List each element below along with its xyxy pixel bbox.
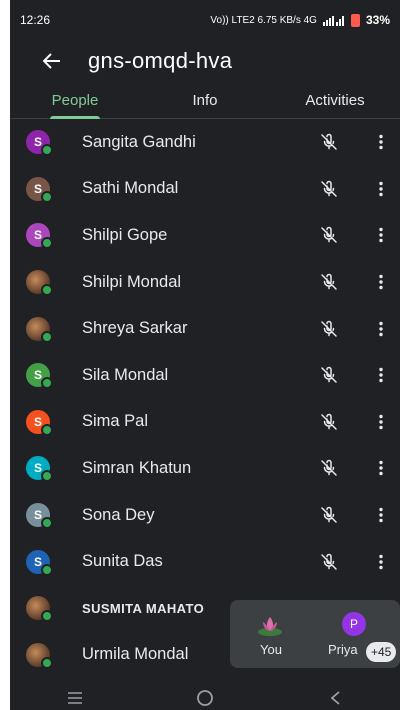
online-status-dot bbox=[41, 284, 53, 297]
online-status-dot bbox=[41, 470, 53, 483]
avatar: S bbox=[26, 549, 53, 576]
status-time: 12:26 bbox=[20, 13, 51, 27]
participant-name: Sathi Mondal bbox=[82, 179, 179, 198]
tab-people[interactable]: People bbox=[10, 82, 140, 119]
participant-name: SUSMITA MAHATO bbox=[82, 600, 205, 616]
more-options-icon[interactable] bbox=[372, 226, 390, 244]
tab-activities[interactable]: Activities bbox=[270, 82, 400, 118]
more-options-icon[interactable] bbox=[372, 459, 390, 477]
list-item[interactable]: S Simran Khatun bbox=[10, 445, 400, 492]
mic-off-icon bbox=[320, 459, 338, 477]
mic-off-icon bbox=[320, 506, 338, 524]
online-status-dot bbox=[41, 377, 53, 390]
page-title: gns-omqd-hva bbox=[88, 48, 233, 73]
more-participants-badge[interactable]: +45 bbox=[366, 642, 397, 662]
more-options-icon[interactable] bbox=[372, 553, 390, 571]
priya-label: Priya bbox=[328, 642, 358, 657]
mic-off-icon bbox=[320, 413, 338, 431]
participant-name: Sona Dey bbox=[82, 505, 155, 524]
participant-name: Sima Pal bbox=[82, 412, 149, 431]
home-icon[interactable] bbox=[175, 685, 235, 710]
more-options-icon[interactable] bbox=[372, 133, 390, 151]
recents-icon[interactable] bbox=[45, 685, 105, 710]
online-status-dot bbox=[41, 190, 53, 203]
list-item[interactable]: Shilpi Mondal bbox=[10, 259, 400, 306]
more-options-icon[interactable] bbox=[372, 273, 390, 291]
participant-name: Simran Khatun bbox=[82, 458, 192, 477]
mic-off-icon bbox=[320, 133, 338, 151]
participant-name: Sunita Das bbox=[82, 552, 163, 571]
more-options-icon[interactable] bbox=[372, 180, 390, 198]
arrow-left-icon[interactable] bbox=[34, 43, 70, 79]
avatar: S bbox=[26, 130, 53, 157]
online-status-dot bbox=[41, 517, 53, 530]
online-status-dot bbox=[41, 656, 53, 669]
online-status-dot bbox=[41, 610, 53, 623]
online-status-dot bbox=[41, 563, 53, 576]
people-list: S Sangita Gandhi S Sathi Mondal S Shilpi Gope… bbox=[10, 119, 400, 678]
participant-name: Shreya Sarkar bbox=[82, 319, 188, 338]
avatar: S bbox=[26, 223, 53, 250]
tab-info[interactable]: Info bbox=[140, 82, 270, 118]
participant-name: Shilpi Mondal bbox=[82, 272, 182, 291]
mic-off-icon bbox=[320, 273, 338, 291]
online-status-dot bbox=[41, 330, 53, 343]
avatar: S bbox=[26, 363, 53, 390]
list-item[interactable]: S Sunita Das bbox=[10, 538, 400, 585]
network-info: Vo)) LTE2 6.75 KB/s 4G bbox=[210, 14, 317, 26]
system-nav-bar bbox=[10, 685, 400, 710]
list-item[interactable]: Shreya Sarkar bbox=[10, 305, 400, 352]
mic-off-icon bbox=[320, 366, 338, 384]
list-item[interactable]: S Sima Pal bbox=[10, 399, 400, 446]
participant-name: Urmila Mondal bbox=[82, 645, 189, 664]
more-options-icon[interactable] bbox=[372, 506, 390, 524]
avatar: S bbox=[26, 176, 53, 203]
more-options-icon[interactable] bbox=[372, 320, 390, 338]
phone-screen: 12:26 Vo)) LTE2 6.75 KB/s 4G 33% gns-omq… bbox=[10, 0, 400, 710]
tab-bar: People Info Activities bbox=[10, 82, 400, 119]
battery-percent: 33% bbox=[365, 13, 390, 27]
more-options-icon[interactable] bbox=[372, 366, 390, 384]
participant-name: Sangita Gandhi bbox=[82, 132, 196, 151]
online-status-dot bbox=[41, 423, 53, 436]
nav-back-icon[interactable] bbox=[305, 685, 365, 710]
mic-off-icon bbox=[320, 553, 338, 571]
more-options-icon[interactable] bbox=[372, 413, 390, 431]
avatar bbox=[26, 642, 53, 669]
avatar: S bbox=[26, 409, 53, 436]
mic-off-icon bbox=[320, 180, 338, 198]
avatar bbox=[26, 596, 53, 623]
battery-icon bbox=[350, 13, 360, 27]
mic-off-icon bbox=[320, 320, 338, 338]
list-item[interactable]: S Sila Mondal bbox=[10, 352, 400, 399]
mic-off-icon bbox=[320, 226, 338, 244]
list-item[interactable]: S Shilpi Gope bbox=[10, 212, 400, 259]
lotus-thumbnail-icon bbox=[258, 617, 282, 636]
list-item[interactable]: S Sangita Gandhi bbox=[10, 119, 400, 166]
online-status-dot bbox=[41, 144, 53, 157]
avatar: S bbox=[26, 456, 53, 483]
self-view-card[interactable]: You P Priya +45 bbox=[230, 600, 400, 668]
participant-name: Shilpi Gope bbox=[82, 225, 168, 244]
participant-name: Sila Mondal bbox=[82, 365, 169, 384]
top-app-bar: gns-omqd-hva bbox=[10, 40, 400, 82]
avatar bbox=[26, 270, 53, 297]
priya-avatar: P bbox=[342, 612, 366, 636]
status-icons: Vo)) LTE2 6.75 KB/s 4G 33% bbox=[210, 13, 390, 27]
you-label: You bbox=[260, 642, 282, 657]
avatar bbox=[26, 316, 53, 343]
status-bar: 12:26 Vo)) LTE2 6.75 KB/s 4G 33% bbox=[10, 0, 400, 40]
online-status-dot bbox=[41, 237, 53, 250]
signal-icon bbox=[322, 15, 344, 26]
list-item[interactable]: S Sathi Mondal bbox=[10, 166, 400, 213]
avatar: S bbox=[26, 503, 53, 530]
list-item[interactable]: S Sona Dey bbox=[10, 492, 400, 539]
